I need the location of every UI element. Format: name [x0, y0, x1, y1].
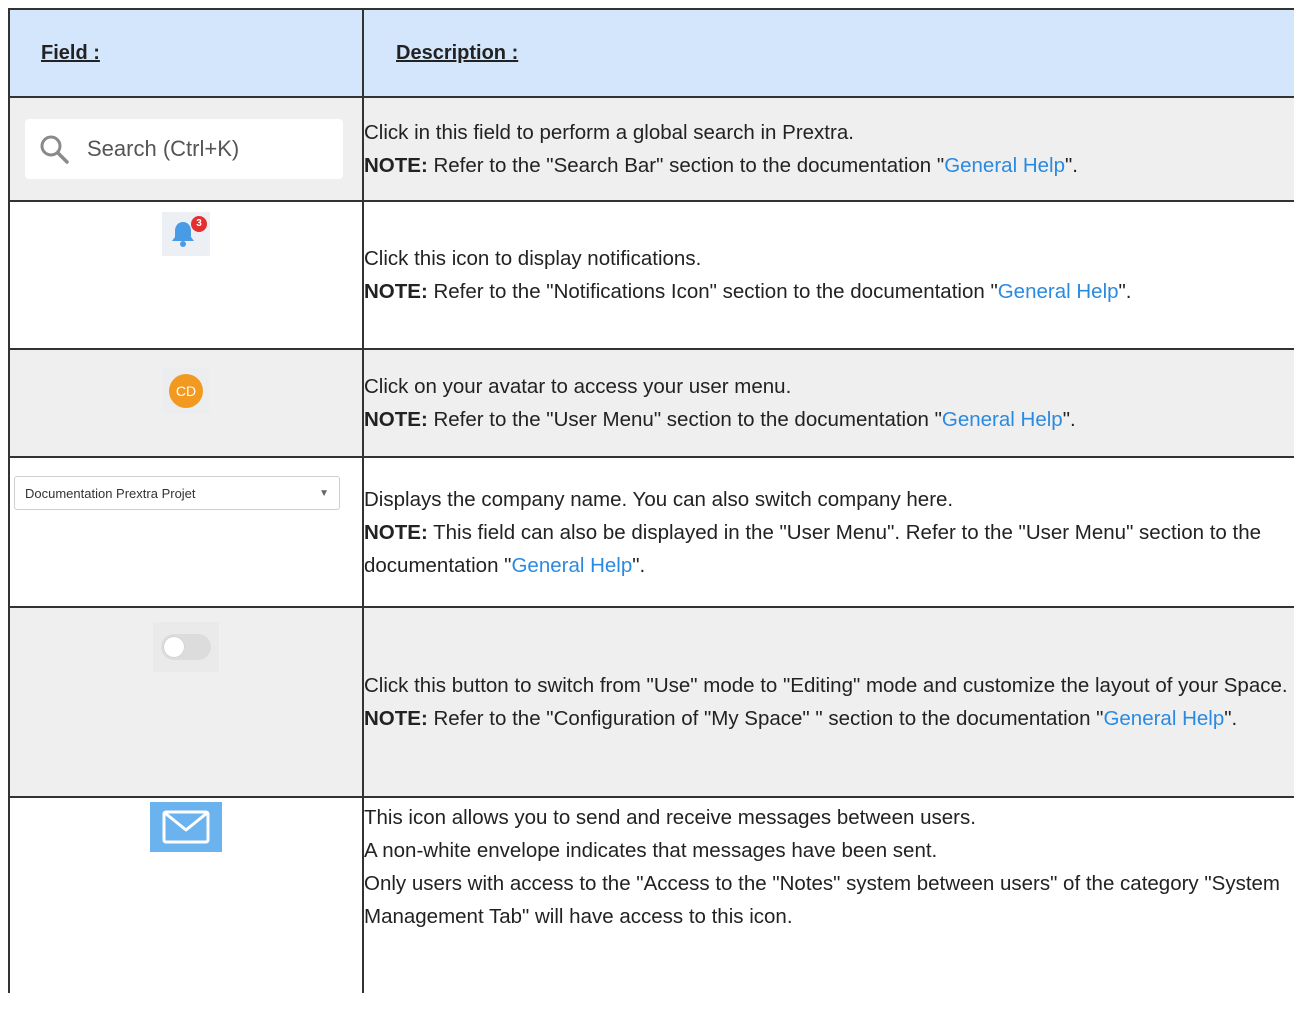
description-cell: This icon allows you to send and receive…: [362, 796, 1294, 993]
avatar: CD: [169, 374, 203, 408]
table-row: Documentation Prextra Projet ▼ Displays …: [8, 456, 1294, 608]
fields-table: Field : Description : Search (Ctrl+K) Cl…: [8, 8, 1294, 993]
field-cell: Documentation Prextra Projet ▼: [8, 456, 364, 608]
description-cell: Displays the company name. You can also …: [362, 456, 1294, 608]
note-text: NOTE: This field can also be displayed i…: [364, 516, 1294, 582]
note-end: ".: [632, 553, 646, 577]
table-row: Search (Ctrl+K) Click in this field to p…: [8, 96, 1294, 202]
note-text: NOTE: Refer to the "Search Bar" section …: [364, 149, 1294, 182]
note-end: ".: [1064, 154, 1078, 177]
notification-bell[interactable]: 3: [162, 212, 210, 256]
field-column-header: Field :: [8, 8, 364, 98]
note-body: Refer to the "Notifications Icon" sectio…: [427, 280, 998, 303]
avatar-button[interactable]: CD: [163, 368, 209, 414]
note-body: This field can also be displayed in the …: [364, 520, 1261, 577]
general-help-link[interactable]: General Help: [511, 554, 632, 577]
description-cell: Click this button to switch from "Use" m…: [362, 606, 1294, 798]
description-text: Displays the company name. You can also …: [364, 487, 954, 511]
field-cell: CD: [8, 348, 364, 458]
note-label: NOTE:: [364, 154, 428, 177]
table-row: Click this button to switch from "Use" m…: [8, 606, 1294, 798]
note-text: NOTE: Refer to the "Notifications Icon" …: [364, 275, 1294, 308]
table-row: This icon allows you to send and receive…: [8, 796, 1294, 993]
general-help-link[interactable]: General Help: [944, 154, 1065, 177]
field-cell: [8, 796, 364, 993]
note-text: NOTE: Refer to the "User Menu" section t…: [364, 403, 1294, 436]
note-label: NOTE:: [364, 408, 428, 431]
field-cell: [8, 606, 364, 798]
note-body: Refer to the "Configuration of "My Space…: [427, 707, 1104, 730]
envelope-icon: [162, 810, 210, 844]
description-cell: Click in this field to perform a global …: [362, 96, 1294, 202]
description-text: This icon allows you to send and receive…: [364, 806, 976, 829]
note-label: NOTE:: [364, 280, 428, 303]
note-end: ".: [1224, 707, 1238, 730]
caret-down-icon: ▼: [319, 487, 329, 499]
search-placeholder: Search (Ctrl+K): [87, 136, 240, 161]
notification-badge: 3: [191, 216, 207, 232]
note-end: ".: [1062, 408, 1076, 431]
note-end: ".: [1118, 280, 1132, 303]
table-header-row: Field : Description :: [8, 8, 1294, 98]
note-text: NOTE: Refer to the "Configuration of "My…: [364, 702, 1294, 735]
description-text: A non-white envelope indicates that mess…: [364, 839, 938, 862]
field-cell: 3: [8, 200, 364, 350]
note-label: NOTE:: [364, 707, 428, 730]
description-text: Click in this field to perform a global …: [364, 121, 854, 144]
toggle-track: [161, 634, 211, 660]
description-cell: Click on your avatar to access your user…: [362, 348, 1294, 458]
description-text: Click this icon to display notifications…: [364, 247, 702, 270]
general-help-link[interactable]: General Help: [1103, 707, 1224, 730]
field-cell: Search (Ctrl+K): [8, 96, 364, 202]
note-body: Refer to the "Search Bar" section to the…: [427, 154, 945, 177]
company-select[interactable]: Documentation Prextra Projet ▼: [14, 476, 340, 510]
description-column-header: Description :: [362, 8, 1294, 98]
messages-button[interactable]: [150, 802, 222, 852]
company-select-value: Documentation Prextra Projet: [25, 485, 196, 501]
description-text: Only users with access to the "Access to…: [364, 872, 1280, 928]
edit-mode-toggle[interactable]: [153, 622, 219, 672]
note-label: NOTE:: [364, 520, 428, 544]
description-header-label: Description :: [396, 41, 519, 64]
table-row: CD Click on your avatar to access your u…: [8, 348, 1294, 458]
toggle-knob: [164, 637, 184, 657]
general-help-link[interactable]: General Help: [998, 280, 1119, 303]
search-icon: [40, 135, 69, 164]
description-cell: Click this icon to display notifications…: [362, 200, 1294, 350]
field-header-label: Field :: [41, 41, 100, 64]
search-input[interactable]: Search (Ctrl+K): [25, 119, 343, 179]
table-row: 3 Click this icon to display notificatio…: [8, 200, 1294, 350]
description-text: Click this button to switch from "Use" m…: [364, 674, 1288, 697]
description-text: Click on your avatar to access your user…: [364, 375, 792, 398]
note-body: Refer to the "User Menu" section to the …: [427, 408, 942, 431]
general-help-link[interactable]: General Help: [942, 408, 1063, 431]
